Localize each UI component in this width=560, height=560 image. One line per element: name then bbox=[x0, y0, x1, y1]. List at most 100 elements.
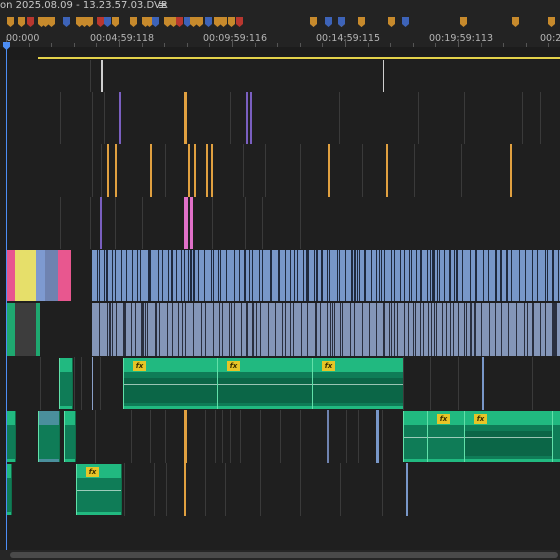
video-track-3[interactable] bbox=[0, 197, 560, 250]
video-track-2[interactable] bbox=[0, 249, 560, 303]
clip-edit[interactable] bbox=[346, 410, 347, 463]
scrollbar-thumb[interactable] bbox=[10, 552, 558, 558]
clip-edit[interactable] bbox=[115, 144, 117, 197]
timeline-marker[interactable] bbox=[310, 17, 317, 27]
clip-edit[interactable] bbox=[131, 410, 132, 463]
video-clip[interactable] bbox=[15, 303, 36, 356]
clip-edit[interactable] bbox=[60, 197, 61, 249]
clip-edit[interactable] bbox=[154, 463, 155, 516]
timeline-marker[interactable] bbox=[152, 17, 159, 27]
clip-edit[interactable] bbox=[418, 92, 419, 144]
video-clip[interactable] bbox=[6, 250, 15, 301]
empty-track-area[interactable] bbox=[0, 516, 560, 551]
clip-edit[interactable] bbox=[225, 463, 226, 516]
video-track-1[interactable] bbox=[0, 302, 560, 358]
timeline-marker[interactable] bbox=[184, 17, 191, 27]
timeline-marker[interactable] bbox=[7, 17, 14, 27]
clip-edit[interactable] bbox=[92, 357, 93, 410]
clip-edit[interactable] bbox=[540, 92, 541, 144]
clip-edit[interactable] bbox=[260, 410, 261, 463]
clip-edit[interactable] bbox=[100, 357, 101, 410]
video-clip-group[interactable] bbox=[92, 250, 560, 301]
audio-clip[interactable] bbox=[59, 358, 73, 409]
clip-edit[interactable] bbox=[532, 357, 533, 410]
clip-edit[interactable] bbox=[92, 92, 93, 144]
audio-track-3[interactable]: fx bbox=[0, 463, 560, 517]
clip-edit[interactable] bbox=[222, 410, 223, 463]
clip-edit[interactable] bbox=[300, 197, 301, 249]
clip-edit[interactable] bbox=[430, 357, 431, 410]
timeline-marker[interactable] bbox=[164, 17, 171, 27]
audio-clip[interactable] bbox=[64, 411, 76, 462]
sequence-title[interactable]: on 2025.08.09 - 13.23.57.03.DVR bbox=[0, 0, 168, 13]
clip-edit[interactable] bbox=[40, 357, 41, 410]
clip-edit[interactable] bbox=[260, 463, 261, 516]
playhead-line[interactable] bbox=[6, 42, 7, 550]
clip-edit[interactable] bbox=[362, 144, 363, 197]
fx-badge[interactable]: fx bbox=[474, 414, 487, 424]
video-track-6[interactable] bbox=[0, 60, 560, 93]
timeline-marker[interactable] bbox=[228, 17, 235, 27]
audio-clip[interactable]: fx bbox=[464, 411, 554, 462]
timeline-marker[interactable] bbox=[104, 17, 111, 27]
timeline-marker[interactable] bbox=[358, 17, 365, 27]
clip-edit[interactable] bbox=[184, 197, 188, 249]
marker-strip[interactable] bbox=[0, 13, 560, 30]
clip-edit[interactable] bbox=[300, 463, 301, 516]
clip-edit[interactable] bbox=[230, 92, 231, 144]
clip-edit[interactable] bbox=[458, 357, 459, 410]
clip-edit[interactable] bbox=[60, 92, 61, 144]
timeline-marker[interactable] bbox=[190, 17, 197, 27]
clip-edit[interactable] bbox=[382, 463, 383, 516]
timeline-marker[interactable] bbox=[512, 17, 519, 27]
clip-edit[interactable] bbox=[215, 410, 216, 463]
clip-edit[interactable] bbox=[300, 144, 301, 197]
clip-edit[interactable] bbox=[124, 463, 125, 516]
clip-edit[interactable] bbox=[340, 463, 341, 516]
time-ruler[interactable]: 00:000 00:04:59:118 00:09:59:116 00:14:5… bbox=[0, 30, 560, 48]
timeline-marker[interactable] bbox=[170, 17, 177, 27]
audio-clip[interactable]: fx bbox=[123, 358, 218, 409]
fx-badge[interactable]: fx bbox=[227, 361, 240, 371]
work-area-bar[interactable] bbox=[38, 57, 560, 59]
clip-edit[interactable] bbox=[107, 144, 109, 197]
clip-edit[interactable] bbox=[339, 92, 340, 144]
timeline-marker[interactable] bbox=[220, 17, 227, 27]
video-clip[interactable] bbox=[58, 250, 71, 301]
fx-badge[interactable]: fx bbox=[322, 361, 335, 371]
audio-clip[interactable]: fx bbox=[217, 358, 314, 409]
clip-edit[interactable] bbox=[188, 144, 190, 197]
clip-edit[interactable] bbox=[150, 410, 151, 463]
clip-edit[interactable] bbox=[243, 144, 244, 197]
timeline-marker[interactable] bbox=[86, 17, 93, 27]
timeline-marker[interactable] bbox=[48, 17, 55, 27]
audio-track-1[interactable]: fx fx fx bbox=[0, 357, 560, 411]
clip-edit[interactable] bbox=[358, 410, 359, 463]
clip-edit[interactable] bbox=[95, 410, 96, 463]
clip-edit[interactable] bbox=[510, 144, 512, 197]
clip-edit[interactable] bbox=[265, 144, 266, 197]
timeline-marker[interactable] bbox=[548, 17, 555, 27]
clip-edit[interactable] bbox=[230, 410, 231, 463]
clip-edit[interactable] bbox=[206, 144, 208, 197]
timeline-marker[interactable] bbox=[196, 17, 203, 27]
clip-edit[interactable] bbox=[100, 197, 102, 249]
timeline-marker[interactable] bbox=[338, 17, 345, 27]
clip-edit[interactable] bbox=[376, 410, 379, 463]
clip-edit[interactable] bbox=[327, 410, 329, 463]
clip-edit[interactable] bbox=[101, 60, 103, 92]
clip-edit[interactable] bbox=[280, 410, 281, 463]
clip-edit[interactable] bbox=[414, 144, 415, 197]
clip-edit[interactable] bbox=[115, 197, 116, 249]
clip-edit[interactable] bbox=[165, 144, 166, 197]
timeline-marker[interactable] bbox=[63, 17, 70, 27]
video-clip[interactable] bbox=[36, 250, 45, 301]
video-clip[interactable] bbox=[45, 250, 58, 301]
clip-edit[interactable] bbox=[92, 144, 93, 197]
timeline-marker[interactable] bbox=[130, 17, 137, 27]
timeline-marker[interactable] bbox=[205, 17, 212, 27]
horizontal-scrollbar[interactable] bbox=[0, 550, 560, 560]
fx-badge[interactable]: fx bbox=[86, 467, 99, 477]
clip-edit[interactable] bbox=[81, 357, 82, 410]
clip-edit[interactable] bbox=[119, 92, 121, 144]
